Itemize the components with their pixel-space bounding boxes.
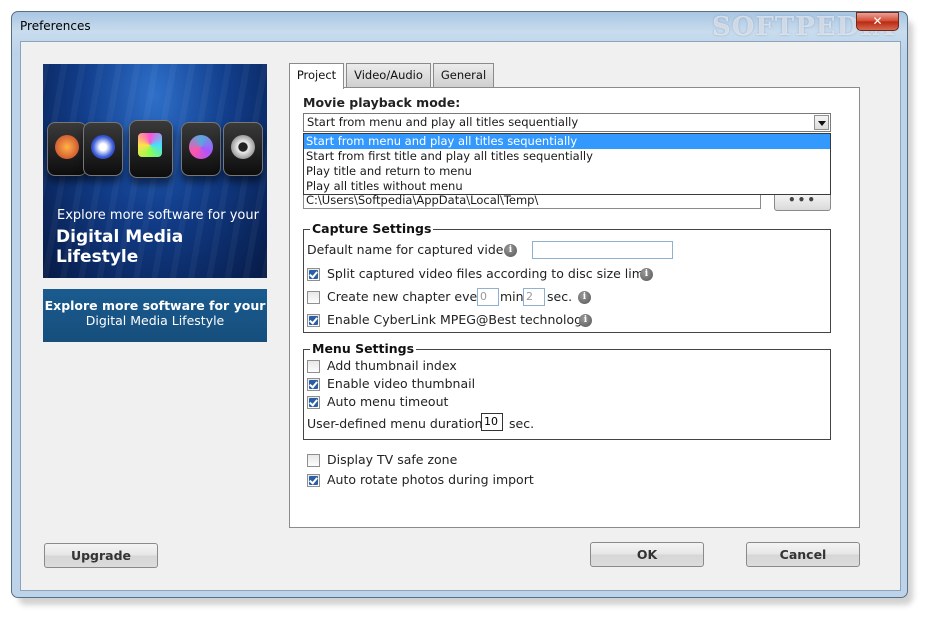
chapter-seconds-input[interactable]: 2 (523, 288, 545, 306)
preferences-window: Preferences SOFTPEDIA ✕ Explore more sof… (11, 11, 908, 598)
project-panel: Movie playback mode: Start from menu and… (289, 87, 860, 528)
default-name-label: Default name for captured video: (307, 242, 516, 257)
dropdown-option[interactable]: Start from menu and play all titles sequ… (304, 134, 830, 149)
tv-safe-zone-label: Display TV safe zone (327, 452, 458, 467)
dropdown-option[interactable]: Play title and return to menu (304, 164, 830, 179)
seconds-unit: sec. (547, 289, 573, 304)
cancel-button[interactable]: Cancel (746, 542, 860, 567)
app-icon-powerdirector (129, 120, 173, 178)
title-bar[interactable]: Preferences SOFTPEDIA ✕ (12, 12, 907, 42)
video-thumbnail-checkbox[interactable] (307, 378, 320, 391)
banner-image-line1: Explore more software for your (57, 208, 259, 223)
auto-rotate-label: Auto rotate photos during import (327, 472, 534, 487)
dropdown-option[interactable]: Start from first title and play all titl… (304, 149, 830, 164)
dropdown-option[interactable]: Play all titles without menu (304, 179, 830, 194)
capture-settings-group: Capture Settings Default name for captur… (303, 221, 831, 333)
app-icon-power2go (47, 122, 87, 176)
default-name-input[interactable] (532, 241, 673, 259)
tab-project[interactable]: Project (289, 63, 344, 89)
chapter-minutes-input[interactable]: 0 (477, 288, 499, 306)
app-icon-mediashow (181, 122, 221, 176)
menu-duration-input[interactable]: 10 (481, 413, 503, 431)
mpeg-best-label: Enable CyberLink MPEG@Best technology (327, 312, 590, 327)
info-icon[interactable]: i (504, 244, 517, 257)
app-icons-row (45, 120, 265, 182)
app-icon-powerdvd (83, 122, 123, 176)
auto-timeout-label: Auto menu timeout (327, 394, 449, 409)
info-icon[interactable]: i (640, 268, 653, 281)
dropdown-arrow-icon[interactable] (814, 115, 829, 130)
playback-mode-options: Start from menu and play all titles sequ… (303, 133, 831, 195)
banner-link-line2: Digital Media Lifestyle (85, 313, 225, 328)
auto-rotate-checkbox[interactable] (307, 474, 320, 487)
capture-settings-title: Capture Settings (310, 221, 434, 236)
banner-link-line1: Explore more software for your (44, 298, 266, 313)
info-icon[interactable]: i (579, 314, 592, 327)
app-icon-youcam (223, 122, 263, 176)
promo-banner-image[interactable]: Explore more software for your Digital M… (43, 64, 267, 278)
upgrade-button[interactable]: Upgrade (44, 543, 158, 568)
dialog-client: Explore more software for your Digital M… (20, 41, 901, 591)
tab-general[interactable]: General (433, 63, 494, 87)
close-icon: ✕ (872, 14, 883, 28)
playback-mode-value: Start from menu and play all titles sequ… (307, 115, 579, 129)
menu-duration-label: User-defined menu duration (307, 416, 483, 431)
playback-mode-dropdown[interactable]: Start from menu and play all titles sequ… (303, 113, 831, 132)
info-icon[interactable]: i (578, 291, 591, 304)
window-title: Preferences (20, 19, 91, 33)
new-chapter-label: Create new chapter every: (327, 289, 494, 304)
split-files-checkbox[interactable] (307, 268, 320, 281)
promo-banner-link[interactable]: Explore more software for your Digital M… (43, 289, 267, 342)
banner-image-line2: Digital Media Lifestyle (56, 227, 184, 267)
ok-button[interactable]: OK (590, 542, 704, 567)
close-button[interactable]: ✕ (856, 12, 899, 31)
tv-safe-zone-checkbox[interactable] (307, 454, 320, 467)
thumbnail-index-checkbox[interactable] (307, 360, 320, 373)
mpeg-best-checkbox[interactable] (307, 314, 320, 327)
tab-video-audio[interactable]: Video/Audio (346, 63, 431, 87)
playback-mode-label: Movie playback mode: (303, 95, 461, 110)
thumbnail-index-label: Add thumbnail index (327, 358, 457, 373)
menu-settings-group: Menu Settings Add thumbnail index Enable… (303, 341, 831, 440)
split-files-label: Split captured video files according to … (327, 266, 653, 281)
video-thumbnail-label: Enable video thumbnail (327, 376, 476, 391)
menu-duration-unit: sec. (509, 416, 535, 431)
auto-timeout-checkbox[interactable] (307, 396, 320, 409)
new-chapter-checkbox[interactable] (307, 291, 320, 304)
menu-settings-title: Menu Settings (310, 341, 417, 356)
